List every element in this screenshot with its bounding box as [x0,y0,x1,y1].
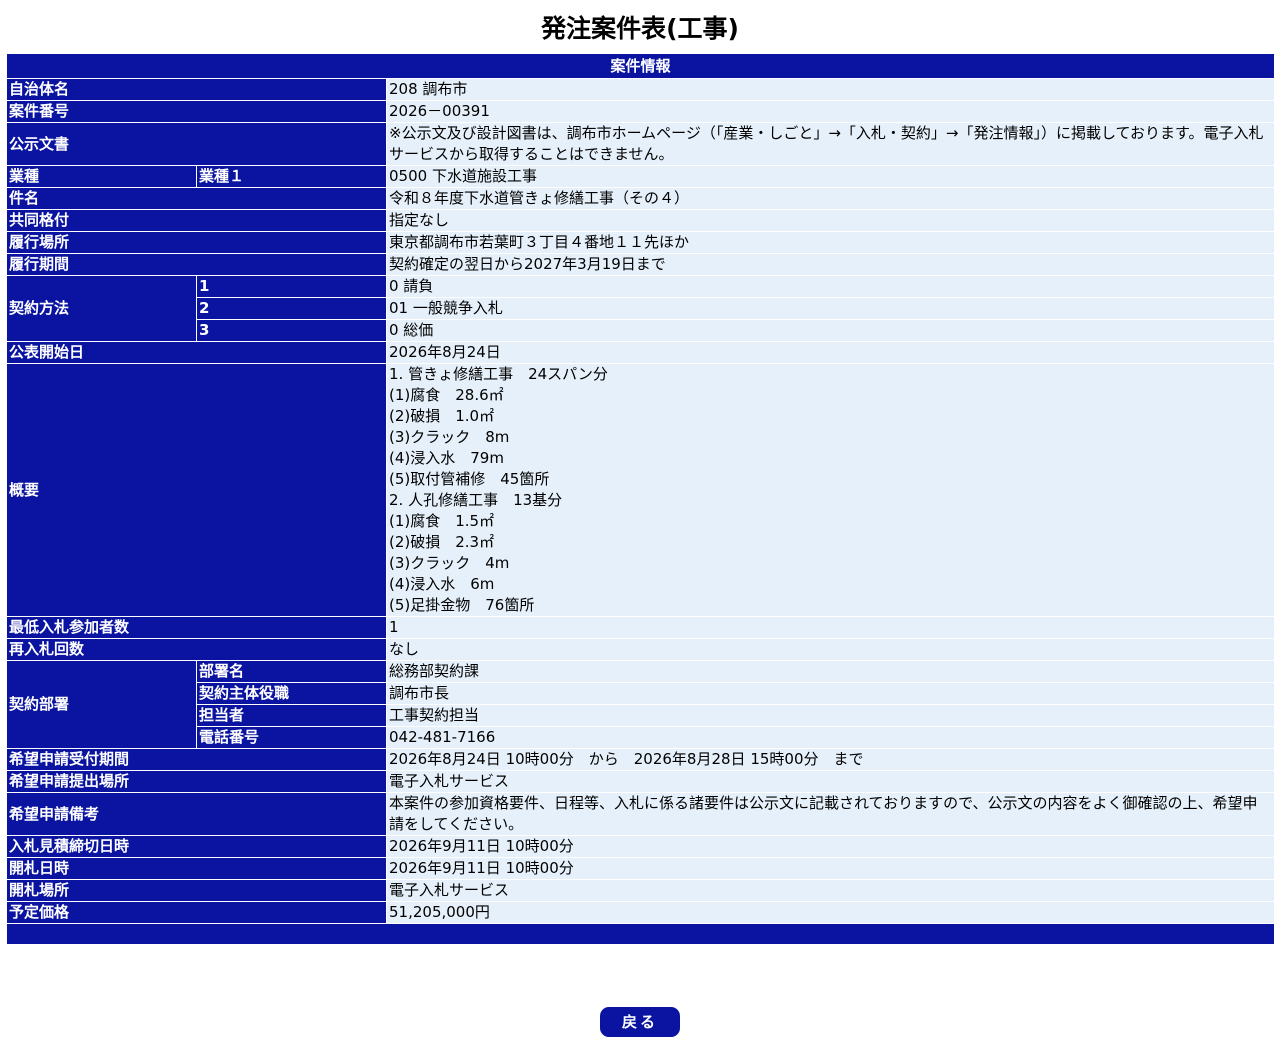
label-municipality: 自治体名 [6,78,387,101]
row-opening-place: 開札場所 電子入札サービス [6,879,1275,902]
value-application-place: 電子入札サービス [386,770,1275,793]
row-contract-method-2: 2 01 一般競争入札 [7,297,1275,320]
value-application-note: 本案件の参加資格要件、日程等、入札に係る諸要件は公示文に記載されておりますので、… [386,792,1275,836]
value-estimated-price: 51,205,000円 [386,901,1275,924]
contract-method-no: 3 [196,319,387,342]
label-min-bidders: 最低入札参加者数 [6,616,387,639]
value-municipality: 208 調布市 [386,78,1275,101]
sublabel-industry: 業種１ [196,165,387,188]
value-publish-start: 2026年8月24日 [386,341,1275,364]
contract-dept-sublabel: 電話番号 [196,726,387,749]
page-title: 発注案件表(工事) [541,14,739,43]
contract-dept-sublabel: 担当者 [196,704,387,727]
value-subject: 令和８年度下水道管きょ修繕工事（その４） [386,187,1275,210]
value-min-bidders: 1 [386,616,1275,639]
contract-dept-value: 調布市長 [386,682,1275,705]
value-rebid-count: なし [386,638,1275,661]
row-contract-method-1: 契約方法 1 0 請負 [6,275,1275,342]
label-joint-rating: 共同格付 [6,209,387,232]
row-application-note: 希望申請備考 本案件の参加資格要件、日程等、入札に係る諸要件は公示文に記載されて… [6,792,1275,836]
label-overview: 概要 [6,363,387,617]
value-opening-place: 電子入札サービス [386,879,1275,902]
row-overview: 概要 1. 管きょ修繕工事 24スパン分 (1)腐食 28.6㎡ (2)破損 1… [6,363,1275,617]
label-contract-dept: 契約部署 [6,660,197,749]
label-case-number: 案件番号 [6,100,387,123]
row-opening-datetime: 開札日時 2026年9月11日 10時00分 [6,857,1275,880]
overview-line: (5)取付管補修 45箇所 [389,470,550,488]
contract-method-value: 0 請負 [386,275,1275,298]
case-info-table: 案件情報 自治体名 208 調布市 案件番号 2026－00391 公示文書 ※… [6,53,1275,945]
section-title: 案件情報 [6,53,1275,79]
row-public-notice: 公示文書 ※公示文及び設計図書は、調布市ホームページ（「産業・しごと」→「入札・… [6,122,1275,166]
value-joint-rating: 指定なし [386,209,1275,232]
row-estimated-price: 予定価格 51,205,000円 [6,901,1275,924]
row-bid-deadline: 入札見積締切日時 2026年9月11日 10時00分 [6,835,1275,858]
row-period: 履行期間 契約確定の翌日から2027年3月19日まで [6,253,1275,276]
row-contract-dept-4: 電話番号 042-481-7166 [7,726,1275,749]
contract-method-no: 1 [196,275,387,298]
overview-line: (4)浸入水 79m [389,449,504,467]
overview-line: (1)腐食 1.5㎡ [389,512,495,530]
contract-dept-sublabel: 契約主体役職 [196,682,387,705]
row-contract-dept-3: 担当者 工事契約担当 [7,704,1275,727]
value-application-period: 2026年8月24日 10時00分 から 2026年8月28日 15時00分 ま… [386,748,1275,771]
overview-line: (4)浸入水 6m [389,575,495,593]
table-footer-bar [6,923,1275,945]
contract-method-value: 0 総価 [386,319,1275,342]
overview-line: (3)クラック 4m [389,554,510,572]
overview-line: (5)足掛金物 76箇所 [389,596,535,614]
contract-method-value: 01 一般競争入札 [386,297,1275,320]
value-bid-deadline: 2026年9月11日 10時00分 [386,835,1275,858]
row-contract-dept-2: 契約主体役職 調布市長 [7,682,1275,705]
contract-dept-value: 工事契約担当 [386,704,1275,727]
value-industry: 0500 下水道施設工事 [386,165,1275,188]
label-publish-start: 公表開始日 [6,341,387,364]
label-public-notice: 公示文書 [6,122,387,166]
row-subject: 件名 令和８年度下水道管きょ修繕工事（その４） [6,187,1275,210]
overview-line: 1. 管きょ修繕工事 24スパン分 [389,365,608,383]
row-contract-method-3: 3 0 総価 [7,319,1275,342]
back-button[interactable]: 戻る [600,1007,680,1037]
label-bid-deadline: 入札見積締切日時 [6,835,387,858]
row-case-number: 案件番号 2026－00391 [6,100,1275,123]
label-application-note: 希望申請備考 [6,792,387,836]
label-opening-datetime: 開札日時 [6,857,387,880]
contract-dept-value: 042-481-7166 [386,726,1275,749]
overview-line: (3)クラック 8m [389,428,510,446]
label-application-period: 希望申請受付期間 [6,748,387,771]
value-public-notice: ※公示文及び設計図書は、調布市ホームページ（「産業・しごと」→「入札・契約」→「… [386,122,1275,166]
label-application-place: 希望申請提出場所 [6,770,387,793]
row-industry: 業種 業種１ 0500 下水道施設工事 [6,165,1275,188]
row-municipality: 自治体名 208 調布市 [6,78,1275,101]
value-period: 契約確定の翌日から2027年3月19日まで [386,253,1275,276]
value-overview: 1. 管きょ修繕工事 24スパン分 (1)腐食 28.6㎡ (2)破損 1.0㎡… [386,363,1275,617]
label-estimated-price: 予定価格 [6,901,387,924]
label-rebid-count: 再入札回数 [6,638,387,661]
row-location: 履行場所 東京都調布市若葉町３丁目４番地１１先ほか [6,231,1275,254]
overview-line: (2)破損 2.3㎡ [389,533,495,551]
row-application-place: 希望申請提出場所 電子入札サービス [6,770,1275,793]
overview-line: (2)破損 1.0㎡ [389,407,495,425]
row-contract-dept-1: 契約部署 部署名 総務部契約課 [6,660,1275,749]
label-opening-place: 開札場所 [6,879,387,902]
label-period: 履行期間 [6,253,387,276]
contract-method-no: 2 [196,297,387,320]
overview-line: 2. 人孔修繕工事 13基分 [389,491,563,509]
value-location: 東京都調布市若葉町３丁目４番地１１先ほか [386,231,1275,254]
overview-line: (1)腐食 28.6㎡ [389,386,504,404]
contract-dept-value: 総務部契約課 [386,660,1275,683]
label-industry: 業種 [6,165,197,188]
value-case-number: 2026－00391 [386,100,1275,123]
row-application-period: 希望申請受付期間 2026年8月24日 10時00分 から 2026年8月28日… [6,748,1275,771]
row-joint-rating: 共同格付 指定なし [6,209,1275,232]
value-opening-datetime: 2026年9月11日 10時00分 [386,857,1275,880]
row-publish-start: 公表開始日 2026年8月24日 [6,341,1275,364]
label-contract-method: 契約方法 [6,275,197,342]
label-subject: 件名 [6,187,387,210]
label-location: 履行場所 [6,231,387,254]
contract-dept-sublabel: 部署名 [196,660,387,683]
row-min-bidders: 最低入札参加者数 1 [6,616,1275,639]
row-rebid-count: 再入札回数 なし [6,638,1275,661]
